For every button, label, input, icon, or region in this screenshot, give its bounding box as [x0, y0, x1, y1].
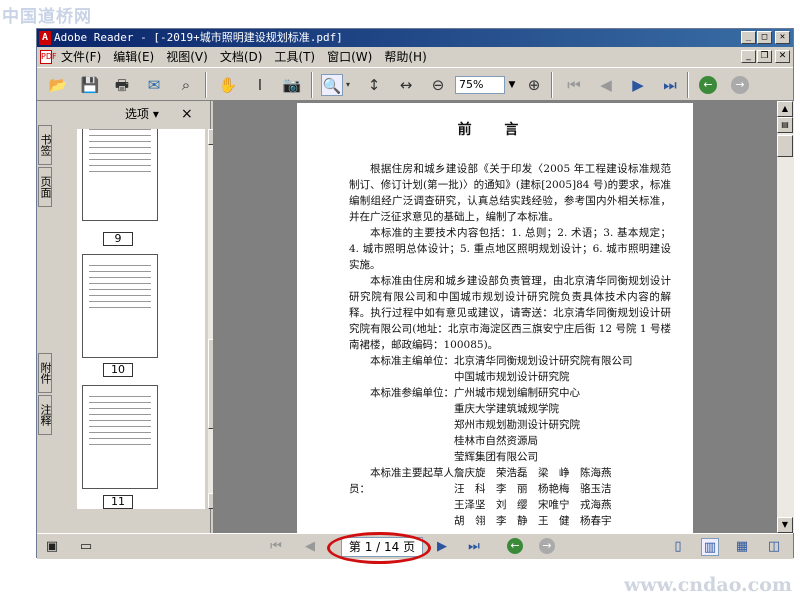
highlight-ellipse [327, 532, 431, 564]
tab-comments[interactable]: 注释 [38, 395, 52, 435]
forward-view-icon[interactable]: → [731, 76, 749, 94]
next-page-icon[interactable]: ▶ [627, 74, 649, 96]
status-back-icon[interactable]: ← [507, 538, 523, 554]
page-thumbnail[interactable] [82, 254, 158, 358]
status-next-page-icon[interactable]: ▶ [433, 538, 451, 556]
drafter-names: 汪 科 李 丽 杨艳梅 骆玉洁 [454, 483, 612, 495]
page-size-icon[interactable]: ▭ [77, 538, 95, 556]
document-view: 前 言 根据住房和城乡建设部《关于印发〈2005 年工程建设标准规范制订、修订计… [213, 101, 777, 533]
paragraph: 根据住房和城乡建设部《关于印发〈2005 年工程建设标准规范制订、修订计划(第一… [349, 163, 671, 223]
first-page-icon[interactable]: ⏮ [563, 74, 585, 96]
fit-page-icon[interactable]: ↕ [363, 74, 385, 96]
search-binoculars-icon[interactable]: ⌕ [175, 74, 197, 96]
select-text-icon[interactable]: Ⅰ [249, 74, 271, 96]
unit-name: 莹辉集团有限公司 [454, 451, 538, 463]
status-forward-icon[interactable]: → [539, 538, 555, 554]
doc-scroll-up-icon[interactable]: ▲ [777, 101, 793, 117]
zoom-in-plus-icon[interactable]: ⊕ [523, 74, 545, 96]
zoom-tool-dropdown-icon[interactable]: ▾ [343, 74, 353, 96]
title-bar: A Adobe Reader - [-2019+城市照明建设规划标准.pdf] … [37, 29, 793, 47]
zoom-level-input[interactable]: 75% [455, 76, 505, 94]
navigation-pane-icon[interactable]: ▣ [43, 538, 61, 556]
zoom-in-icon[interactable]: 🔍 [321, 74, 343, 96]
window-title: Adobe Reader - [-2019+城市照明建设规划标准.pdf] [54, 31, 343, 44]
navigation-tabs: 书签 页面 附件 注释 [37, 101, 53, 533]
doc-minimize-button[interactable]: _ [741, 50, 756, 63]
document-icon: PDF [40, 50, 57, 64]
status-first-page-icon[interactable]: ⏮ [267, 538, 285, 556]
doc-scroll-down-icon[interactable]: ▼ [777, 517, 793, 533]
thumbnail-list: 9 10 11 [77, 129, 205, 509]
maximize-button[interactable]: □ [757, 31, 772, 44]
status-last-page-icon[interactable]: ⏭ [465, 538, 483, 556]
page-thumbnail[interactable] [82, 129, 158, 221]
menu-window[interactable]: 窗口(W) [321, 47, 378, 67]
page-title: 前 言 [457, 122, 533, 138]
doc-scroll-thumb[interactable] [777, 135, 793, 157]
drafters-label: 本标准主要起草人员： [349, 467, 454, 495]
menu-tools[interactable]: 工具(T) [268, 47, 321, 67]
email-icon[interactable]: ✉ [143, 74, 165, 96]
adobe-app-icon: A [39, 31, 51, 45]
menu-file[interactable]: 文件(F) [55, 47, 107, 67]
watermark-bottom: www.cndao.com [623, 574, 792, 596]
snapshot-icon[interactable]: 📷 [281, 74, 303, 96]
page-number-label: 10 [103, 363, 133, 377]
menu-edit[interactable]: 编辑(E) [107, 47, 160, 67]
adobe-reader-window: A Adobe Reader - [-2019+城市照明建设规划标准.pdf] … [36, 28, 794, 564]
paragraph: 本标准由住房和城乡建设部负责管理，由北京清华同衡规划设计研究院有限公司和中国城市… [349, 275, 671, 351]
options-menu[interactable]: 选项 ▾ [125, 101, 159, 127]
drafter-names: 胡 翎 李 静 王 健 杨春宇 [454, 515, 612, 527]
zoom-out-icon[interactable]: ⊖ [427, 74, 449, 96]
tab-bookmarks[interactable]: 书签 [38, 125, 52, 165]
menu-help[interactable]: 帮助(H) [378, 47, 432, 67]
chief-editor-label: 本标准主编单位： [370, 355, 454, 367]
pdf-page: 前 言 根据住房和城乡建设部《关于印发〈2005 年工程建设标准规范制订、修订计… [297, 103, 693, 533]
unit-name: 中国城市规划设计研究院 [454, 371, 570, 383]
page-number-label: 11 [103, 495, 133, 509]
previous-page-icon[interactable]: ◀ [595, 74, 617, 96]
unit-name: 郑州市规划勘测设计研究院 [454, 419, 580, 431]
status-bar: ▣ ▭ ⏮ ◀ 第 1 / 14 页 ▶ ⏭ ← → ▯ ▥ ▦ ◫ [37, 532, 793, 564]
minimize-button[interactable]: _ [741, 31, 756, 44]
close-button[interactable]: ✕ [775, 31, 790, 44]
unit-name: 北京清华同衡规划设计研究院有限公司 [454, 355, 633, 367]
last-page-icon[interactable]: ⏭ [659, 74, 681, 96]
single-page-icon[interactable]: ▯ [669, 538, 687, 556]
zoom-dropdown-icon[interactable]: ▼ [505, 76, 519, 94]
drafter-names: 詹庆旋 荣浩磊 梁 峥 陈海燕 [454, 467, 612, 479]
drafter-names: 王泽坚 刘 缨 宋唯宁 戎海燕 [454, 499, 612, 511]
doc-restore-button[interactable]: ❐ [757, 50, 772, 63]
split-handle-icon[interactable]: ▤ [777, 117, 793, 133]
status-prev-page-icon[interactable]: ◀ [301, 538, 319, 556]
back-view-icon[interactable]: ← [699, 76, 717, 94]
save-icon[interactable]: 💾 [79, 74, 101, 96]
tab-attachments[interactable]: 附件 [38, 353, 52, 393]
open-folder-icon[interactable]: 📂 [47, 74, 69, 96]
menu-view[interactable]: 视图(V) [160, 47, 214, 67]
continuous-facing-icon[interactable]: ◫ [765, 538, 783, 556]
hand-tool-icon[interactable]: ✋ [217, 74, 239, 96]
tab-pages[interactable]: 页面 [38, 167, 52, 207]
toolbar: 📂 💾 🖶 ✉ ⌕ ✋ Ⅰ 📷 🔍 ▾ ↕ ↔ ⊖ 75% ▼ ⊕ ⏮ ◀ ▶ … [37, 67, 793, 101]
watermark-top: 中国道桥网 [2, 7, 92, 27]
unit-name: 广州城市规划编制研究中心 [454, 387, 580, 399]
paragraph: 本标准的主要技术内容包括：1. 总则；2. 术语；3. 基本规定；4. 城市照明… [349, 227, 671, 271]
doc-close-button[interactable]: ✕ [775, 50, 790, 63]
document-scrollbar[interactable]: ▲ ▤ ▼ [777, 101, 794, 533]
participating-label: 本标准参编单位： [370, 387, 454, 399]
menu-document[interactable]: 文档(D) [214, 47, 269, 67]
page-thumbnail[interactable] [82, 385, 158, 489]
facing-icon[interactable]: ▦ [733, 538, 751, 556]
panel-close-icon[interactable]: × [181, 101, 193, 127]
pages-panel: 选项 ▾ × 9 10 11 ▲ ▼ [53, 101, 224, 533]
continuous-icon[interactable]: ▥ [701, 538, 719, 556]
unit-name: 重庆大学建筑城规学院 [454, 403, 559, 415]
page-body: 根据住房和城乡建设部《关于印发〈2005 年工程建设标准规范制订、修订计划(第一… [349, 161, 671, 529]
fit-width-icon[interactable]: ↔ [395, 74, 417, 96]
unit-name: 桂林市自然资源局 [454, 435, 538, 447]
menu-bar: PDF 文件(F) 编辑(E) 视图(V) 文档(D) 工具(T) 窗口(W) 帮助(H) … [37, 47, 793, 67]
print-icon[interactable]: 🖶 [111, 74, 133, 96]
page-number-label: 9 [103, 232, 133, 246]
